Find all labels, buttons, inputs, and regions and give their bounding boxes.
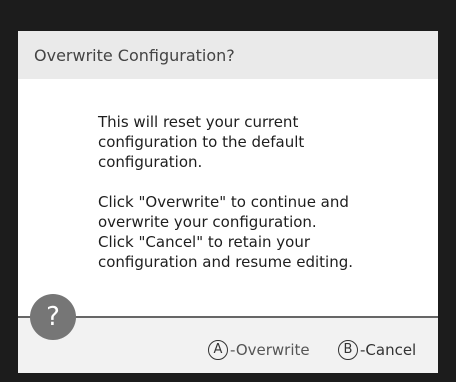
b-button-icon: B bbox=[338, 340, 358, 360]
question-mark-icon[interactable]: ? bbox=[30, 294, 76, 340]
overwrite-configuration-dialog: Overwrite Configuration? This will reset… bbox=[18, 31, 438, 373]
cancel-button-label: -Cancel bbox=[360, 341, 417, 359]
dialog-header: Overwrite Configuration? bbox=[18, 31, 438, 79]
dialog-title: Overwrite Configuration? bbox=[34, 46, 235, 65]
overwrite-button-label: -Overwrite bbox=[230, 341, 310, 359]
a-button-icon: A bbox=[208, 340, 228, 360]
message-instructions: Click "Overwrite" to continue and overwr… bbox=[98, 193, 354, 271]
message-reset-info: This will reset your current configurati… bbox=[98, 113, 305, 171]
dialog-body: This will reset your current configurati… bbox=[98, 112, 428, 292]
help-glyph: ? bbox=[46, 302, 60, 332]
cancel-button[interactable]: B -Cancel bbox=[338, 338, 416, 362]
overwrite-button[interactable]: A -Overwrite bbox=[208, 338, 310, 362]
